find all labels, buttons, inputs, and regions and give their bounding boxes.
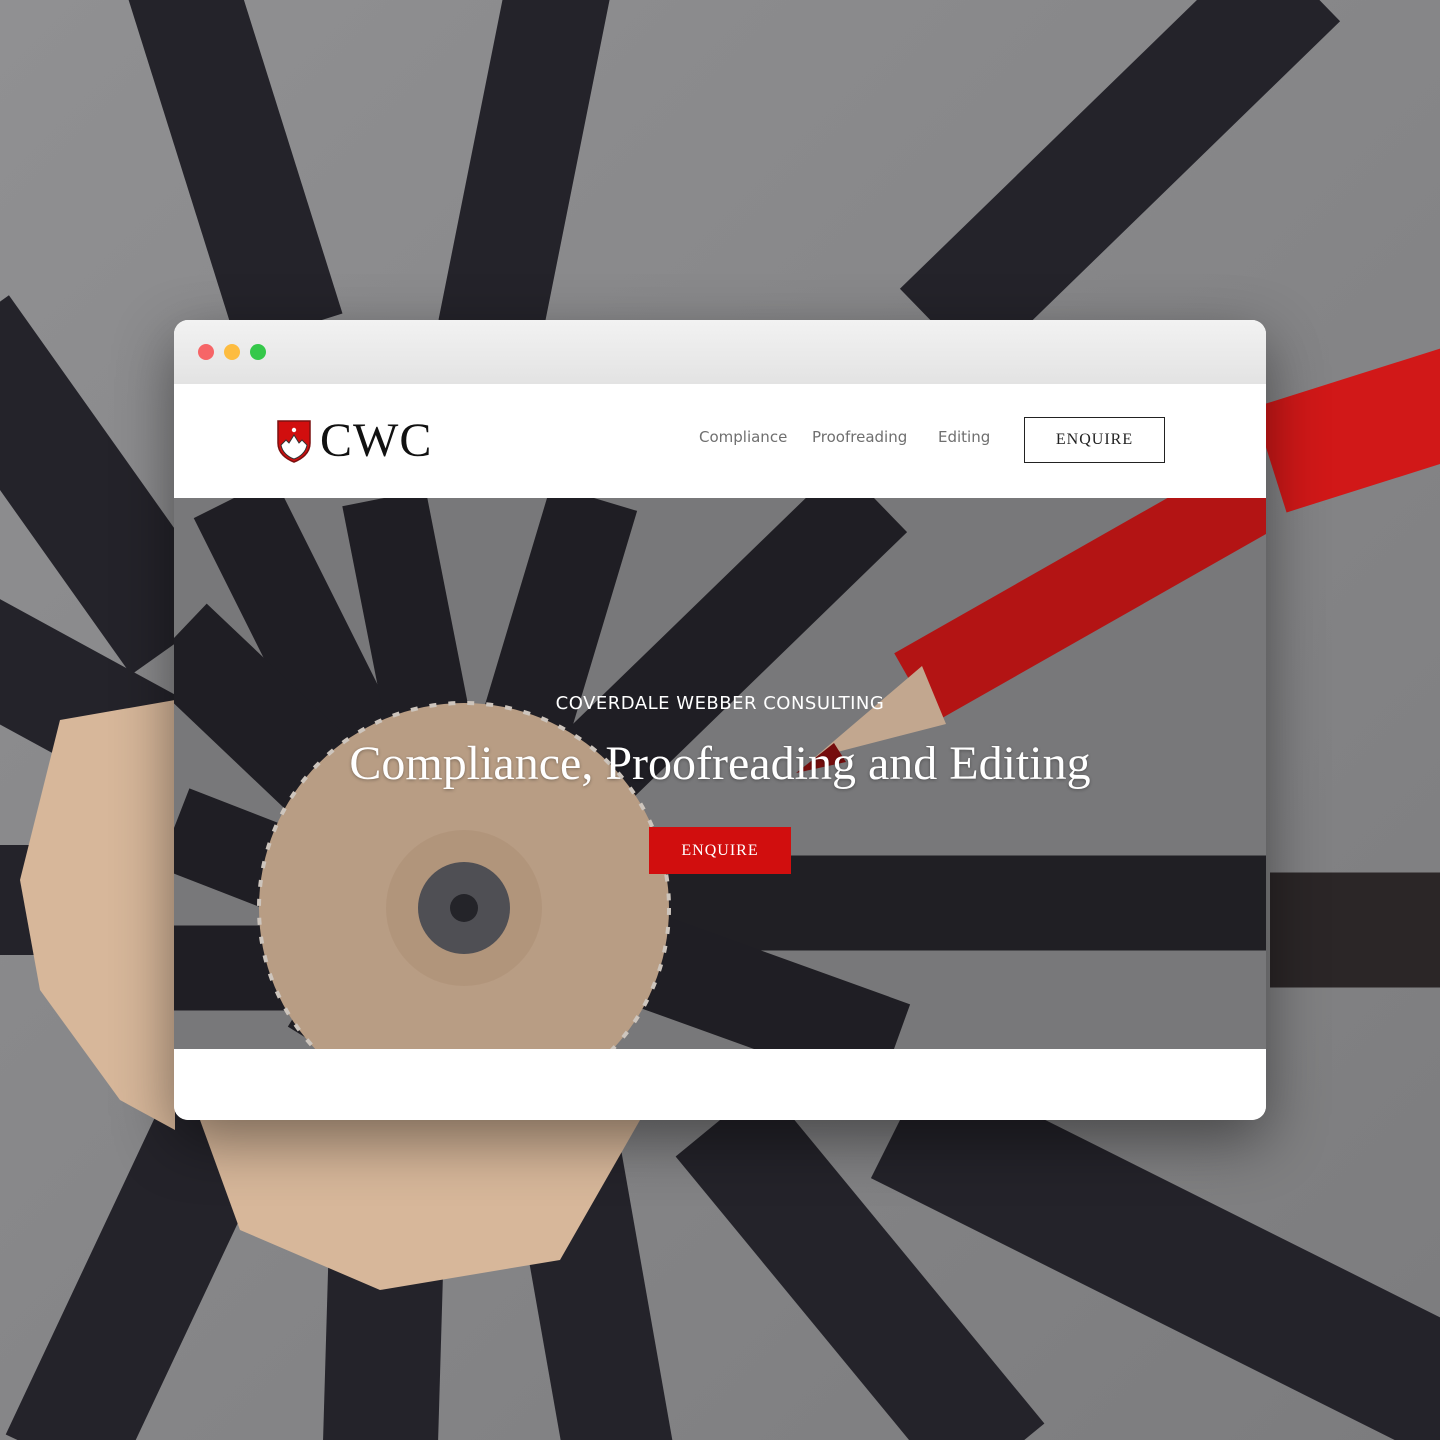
nav-proofreading[interactable]: Proofreading bbox=[812, 428, 907, 446]
site-header: CWC Compliance Proofreading Editing ENQU… bbox=[174, 384, 1266, 498]
page-content-area bbox=[174, 1049, 1266, 1120]
maximize-dot-icon[interactable] bbox=[250, 344, 266, 360]
hero-kicker: COVERDALE WEBBER CONSULTING bbox=[555, 693, 885, 714]
logo[interactable]: CWC bbox=[276, 417, 432, 465]
close-dot-icon[interactable] bbox=[198, 344, 214, 360]
minimize-dot-icon[interactable] bbox=[224, 344, 240, 360]
hero-enquire-button[interactable]: ENQUIRE bbox=[649, 827, 791, 874]
hero-section: COVERDALE WEBBER CONSULTING Compliance, … bbox=[174, 498, 1266, 1049]
nav-editing[interactable]: Editing bbox=[938, 428, 990, 446]
browser-titlebar bbox=[174, 320, 1266, 385]
header-enquire-button[interactable]: ENQUIRE bbox=[1024, 417, 1165, 463]
logo-text: CWC bbox=[320, 414, 433, 467]
nav-compliance[interactable]: Compliance bbox=[699, 428, 787, 446]
hero-title: Compliance, Proofreading and Editing bbox=[349, 737, 1091, 790]
browser-window: CWC Compliance Proofreading Editing ENQU… bbox=[174, 320, 1266, 1120]
shield-icon bbox=[277, 420, 311, 463]
